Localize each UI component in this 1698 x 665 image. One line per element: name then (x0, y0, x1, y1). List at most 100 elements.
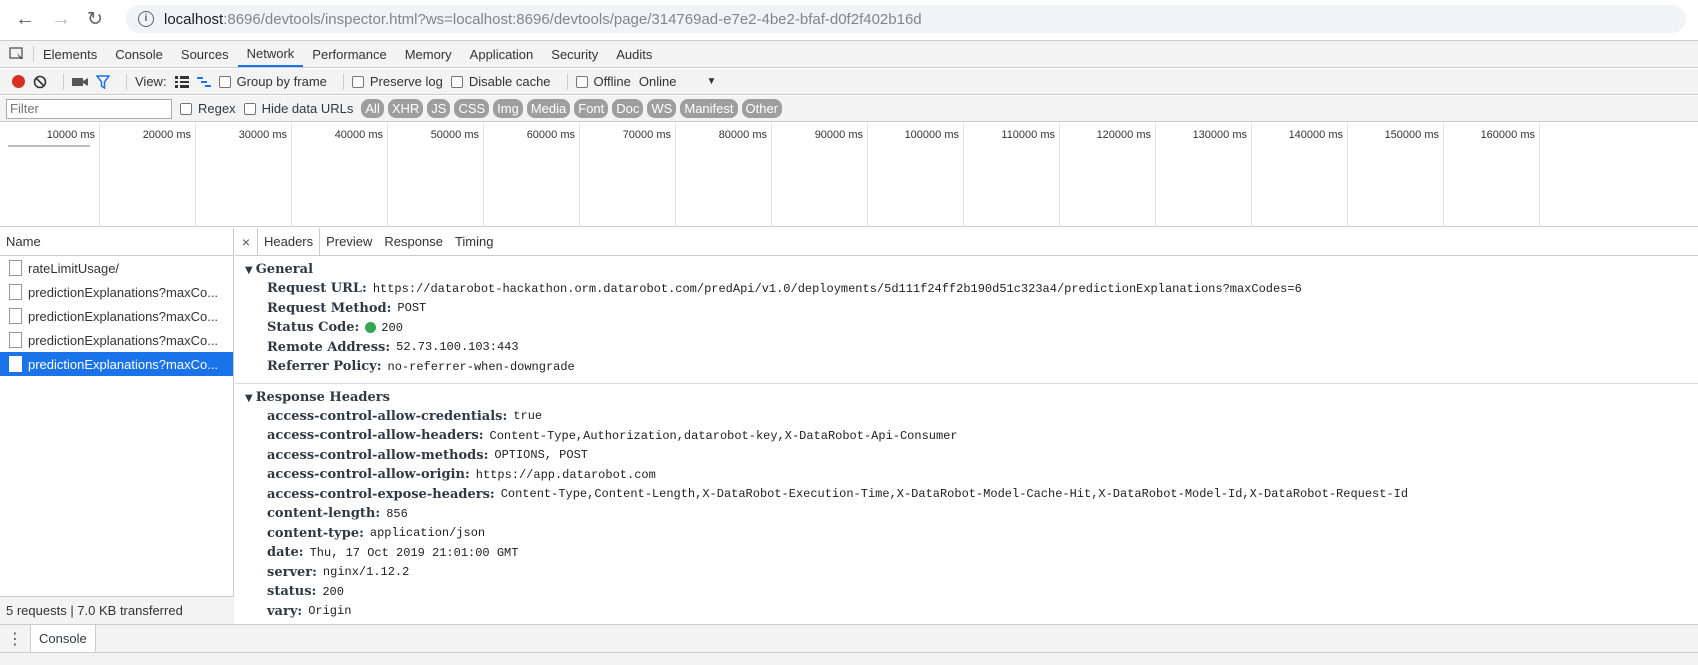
filter-bar: Regex Hide data URLs AllXHRJSCSSImgMedia… (0, 96, 1698, 122)
status-dot-icon (365, 322, 377, 334)
filter-type-img[interactable]: Img (493, 99, 523, 118)
request-name: predictionExplanations?maxCo... (28, 284, 219, 300)
tab-console[interactable]: Console (106, 41, 172, 67)
tab-network[interactable]: Network (237, 41, 304, 67)
header-value: Thu, 17 Oct 2019 21:01:00 GMT (309, 545, 519, 560)
header-row: Request URL: https://datarobot-hackathon.… (235, 279, 1698, 299)
request-detail-pane: × Headers Preview Response Timing ▼ General … (235, 228, 1698, 624)
tab-audits[interactable]: Audits (607, 41, 661, 67)
toolbar-divider (342, 73, 344, 90)
header-value: Content-Type,Authorization,datarobot-key… (489, 428, 958, 443)
url-path: :8696/devtools/inspector.html?ws=localho… (223, 10, 922, 28)
header-value: Origin (308, 604, 352, 619)
file-icon (9, 332, 22, 348)
throttling-select[interactable]: Online ▼ (639, 74, 716, 89)
filter-type-ws[interactable]: WS (647, 99, 677, 118)
timeline-tick-label: 160000 ms (1444, 123, 1540, 227)
request-name: predictionExplanations?maxCo... (28, 332, 219, 348)
header-value: application/json (369, 526, 486, 541)
filter-type-manifest[interactable]: Manifest (680, 99, 738, 118)
header-value: 200 (381, 320, 403, 335)
view-label: View: (135, 74, 167, 89)
timeline-tick-label: 20000 ms (100, 123, 196, 227)
name-column-header[interactable]: Name (0, 228, 233, 256)
request-row[interactable]: predictionExplanations?maxCo... (0, 304, 233, 328)
group-by-frame-checkbox[interactable]: Group by frame (218, 74, 327, 89)
header-key: server: (267, 564, 317, 580)
request-row[interactable]: predictionExplanations?maxCo... (0, 352, 233, 376)
header-value: https://app.datarobot.com (475, 467, 656, 482)
timeline-tick-label: 60000 ms (484, 123, 580, 227)
back-icon[interactable]: ← (14, 8, 36, 30)
disable-cache-checkbox[interactable]: Disable cache (450, 74, 551, 89)
header-key: Referrer Policy: (267, 359, 382, 375)
timeline-tick-label: 10000 ms (4, 123, 100, 227)
detail-tab-response[interactable]: Response (378, 228, 449, 255)
filter-type-css[interactable]: CSS (454, 99, 490, 118)
reload-icon[interactable]: ↻ (84, 8, 106, 30)
header-value: POST (397, 301, 427, 316)
preserve-log-checkbox[interactable]: Preserve log (351, 74, 443, 89)
inspect-element-icon[interactable] (0, 46, 34, 62)
offline-checkbox[interactable]: Offline (575, 74, 631, 89)
filter-type-xhr[interactable]: XHR (387, 99, 424, 118)
filter-type-doc[interactable]: Doc (612, 99, 644, 118)
header-key: Request URL: (267, 281, 367, 297)
hide-data-urls-checkbox[interactable]: Hide data URLs (243, 101, 353, 116)
filter-type-js[interactable]: JS (427, 99, 451, 118)
detail-tab-headers[interactable]: Headers (257, 228, 321, 255)
filter-icon[interactable] (96, 74, 110, 89)
header-row: Referrer Policy: no-referrer-when-downgra… (235, 357, 1698, 377)
header-row: content-length: 856 (235, 504, 1698, 524)
header-row: server: nginx/1.12.2 (235, 563, 1698, 583)
timeline-tick-label: 90000 ms (772, 123, 868, 227)
tab-performance[interactable]: Performance (303, 41, 395, 67)
detail-tab-timing[interactable]: Timing (449, 228, 500, 255)
close-icon[interactable]: × (235, 228, 257, 255)
tab-memory[interactable]: Memory (396, 41, 461, 67)
filter-input[interactable] (6, 98, 172, 119)
tab-security[interactable]: Security (542, 41, 607, 67)
clear-icon[interactable] (33, 75, 47, 89)
filter-type-font[interactable]: Font (574, 99, 609, 118)
timeline-tick-label: 70000 ms (580, 123, 676, 227)
more-tools-icon[interactable]: ⋮ (0, 625, 30, 652)
record-icon[interactable] (12, 75, 25, 88)
detail-tabbar: × Headers Preview Response Timing (235, 228, 1698, 256)
filter-type-media[interactable]: Media (526, 99, 571, 118)
drawer-tab-console[interactable]: Console (30, 625, 96, 652)
header-key: status: (267, 584, 317, 600)
filter-type-all[interactable]: All (361, 99, 384, 118)
filter-type-other[interactable]: Other (741, 99, 783, 118)
header-row: access-control-allow-headers: Content-Typ… (235, 426, 1698, 446)
timeline-tick-label: 150000 ms (1348, 123, 1444, 227)
console-drawer: ⋮ Console (0, 624, 1698, 665)
large-rows-icon[interactable] (174, 75, 189, 88)
request-row[interactable]: predictionExplanations?maxCo... (0, 280, 233, 304)
tab-sources[interactable]: Sources (172, 41, 238, 67)
regex-checkbox[interactable]: Regex (180, 101, 236, 116)
toolbar-divider (126, 73, 127, 90)
response-headers-section-header[interactable]: ▼ Response Headers (235, 384, 1698, 407)
header-row: date: Thu, 17 Oct 2019 21:01:00 GMT (235, 543, 1698, 563)
header-row: status: 200 (235, 582, 1698, 602)
tab-elements[interactable]: Elements (34, 41, 106, 67)
tab-application[interactable]: Application (461, 41, 543, 67)
capture-screenshots-icon[interactable] (72, 76, 88, 88)
general-section-header[interactable]: ▼ General (235, 256, 1698, 279)
request-name: predictionExplanations?maxCo... (28, 308, 219, 324)
info-icon[interactable]: i (138, 11, 154, 27)
file-icon (9, 260, 22, 276)
header-key: content-length: (267, 506, 381, 522)
forward-icon[interactable]: → (50, 8, 72, 30)
network-overview[interactable]: 10000 ms 20000 ms 30000 ms 40000 ms 50000 ms… (0, 123, 1698, 227)
detail-tab-preview[interactable]: Preview (320, 228, 378, 255)
address-bar[interactable]: i localhost:8696/devtools/inspector.html… (126, 5, 1686, 33)
request-row[interactable]: rateLimitUsage/ (0, 256, 233, 280)
waterfall-icon[interactable] (196, 76, 211, 88)
header-key: access-control-allow-credentials: (267, 408, 508, 424)
request-row[interactable]: predictionExplanations?maxCo... (0, 328, 233, 352)
header-key: date: (267, 545, 304, 561)
header-row: Request Method: POST (235, 299, 1698, 319)
header-row: vary: Origin (235, 602, 1698, 622)
